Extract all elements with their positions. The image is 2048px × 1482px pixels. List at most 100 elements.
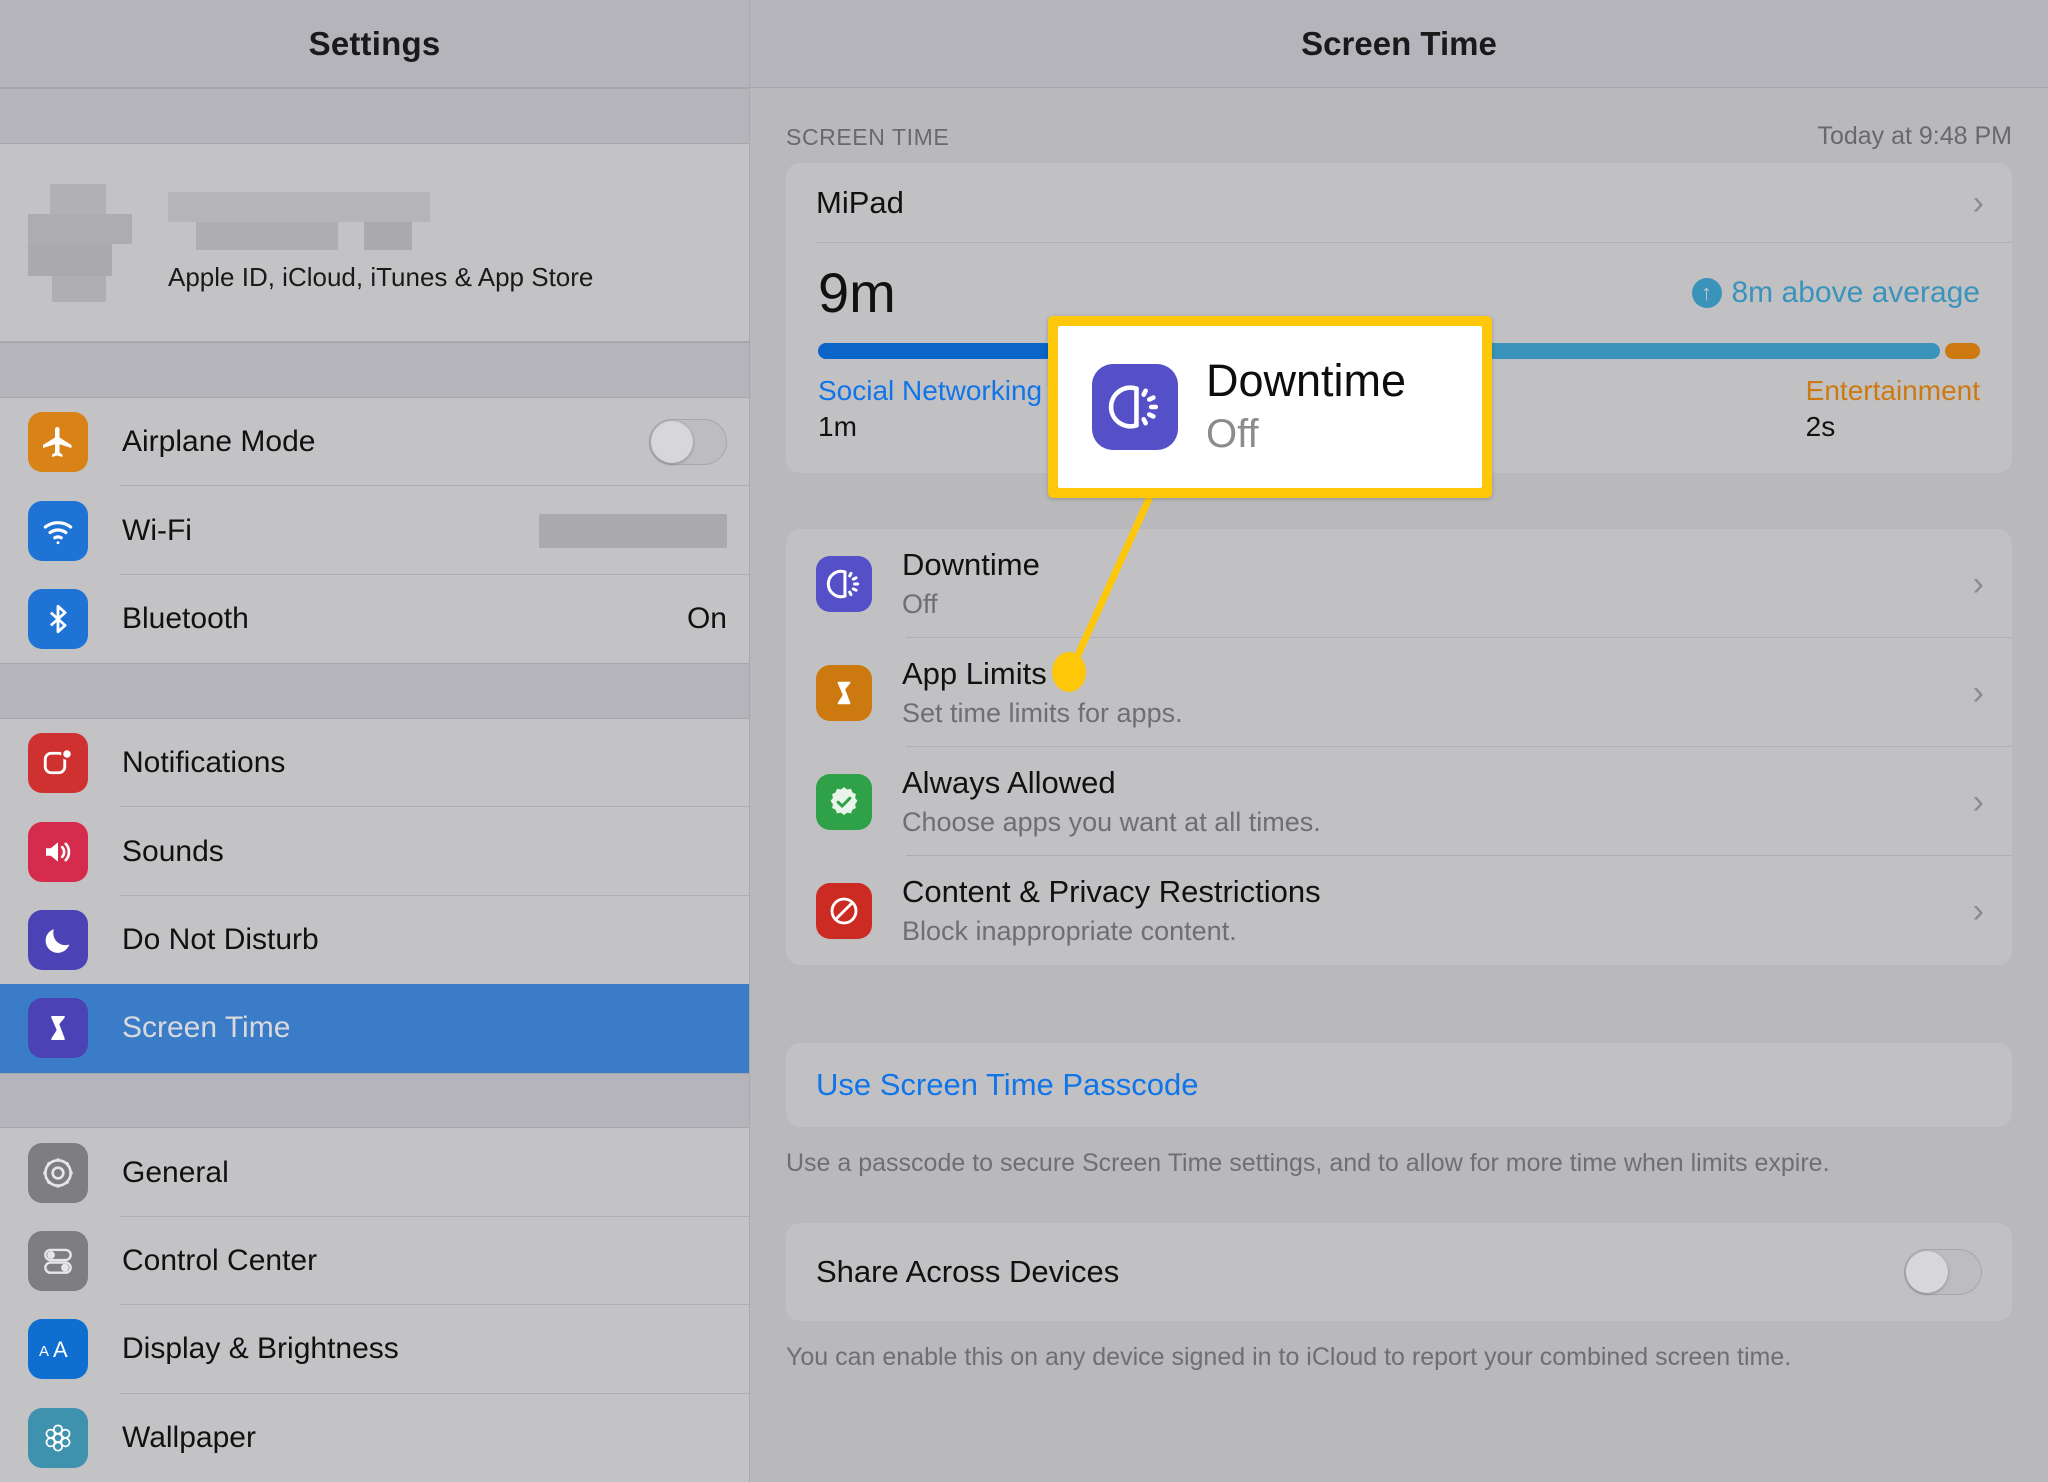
sidebar-item-bluetooth[interactable]: Bluetooth On <box>0 574 749 664</box>
chevron-right-icon: › <box>1972 673 1984 712</box>
callout-pointer-dot <box>1052 652 1086 692</box>
screen-time-passcode-card[interactable]: Use Screen Time Passcode <box>786 1043 2012 1127</box>
share-across-devices-label: Share Across Devices <box>816 1253 1120 1289</box>
feature-row-content-privacy[interactable]: Content & Privacy Restrictions Block ina… <box>786 856 2012 965</box>
feature-text: App Limits Set time limits for apps. <box>902 656 1183 729</box>
chevron-right-icon: › <box>1972 184 1984 222</box>
share-across-devices-row[interactable]: Share Across Devices <box>786 1223 2012 1321</box>
toggle-knob <box>651 421 693 464</box>
feature-title: App Limits <box>902 656 1047 691</box>
feature-row-app-limits[interactable]: App Limits Set time limits for apps. › <box>786 638 2012 747</box>
callout-subtitle: Off <box>1206 411 1259 456</box>
callout-inner: Downtime Off <box>1058 326 1482 488</box>
sidebar-item-label: Airplane Mode <box>122 425 316 459</box>
feature-title: Downtime <box>902 547 1040 582</box>
callout-text: Downtime Off <box>1206 356 1406 458</box>
bluetooth-icon <box>28 589 88 650</box>
restrictions-icon <box>816 882 872 939</box>
sidebar-group-gap-3 <box>0 1072 749 1129</box>
sidebar-item-display-brightness[interactable]: AA Display & Brightness <box>0 1305 749 1394</box>
settings-app: Settings Apple ID, iCloud, iTunes & App … <box>0 0 2048 1482</box>
sidebar-title: Settings <box>308 24 441 62</box>
sidebar-item-screen-time[interactable]: Screen Time <box>0 984 749 1073</box>
feature-text: Downtime Off <box>902 547 1040 620</box>
wifi-value <box>539 513 727 548</box>
sidebar-item-label: Control Center <box>122 1243 318 1277</box>
usage-segment-social <box>818 343 1055 359</box>
gear-icon <box>28 1142 88 1203</box>
callout-box-downtime: Downtime Off <box>1048 316 1492 498</box>
feature-row-downtime[interactable]: Downtime Off › <box>786 529 2012 638</box>
sidebar-group-gap-1 <box>0 342 749 399</box>
chevron-right-icon: › <box>1972 891 1984 930</box>
usage-category-social: Social Networking 1m <box>818 375 1042 443</box>
hourglass-icon <box>28 998 88 1059</box>
category-value: 1m <box>818 411 857 442</box>
chevron-right-icon: › <box>1972 564 1984 603</box>
total-screen-time: 9m <box>818 261 896 324</box>
feature-title: Content & Privacy Restrictions <box>902 874 1321 909</box>
sidebar-item-wifi[interactable]: Wi-Fi <box>0 486 749 575</box>
category-name: Entertainment <box>1805 375 1980 406</box>
sidebar-item-general[interactable]: General <box>0 1128 749 1217</box>
sidebar-item-wallpaper[interactable]: Wallpaper <box>0 1393 749 1482</box>
always-allowed-icon <box>816 773 872 830</box>
average-comparison: ↑ 8m above average <box>1691 276 1981 310</box>
sidebar-item-label: Wi-Fi <box>122 513 192 547</box>
sidebar-item-label: General <box>122 1155 229 1189</box>
device-row[interactable]: MiPad › <box>786 163 2012 243</box>
device-name: MiPad <box>816 185 904 220</box>
screen-time-features-card: Downtime Off › App Limits Set time limit… <box>786 529 2012 965</box>
airplane-mode-toggle[interactable] <box>649 419 727 466</box>
bluetooth-state: On <box>686 602 727 636</box>
sidebar-item-airplane-mode[interactable]: Airplane Mode <box>0 398 749 487</box>
sounds-icon <box>28 821 88 882</box>
control-center-icon <box>28 1230 88 1291</box>
sidebar-item-control-center[interactable]: Control Center <box>0 1216 749 1306</box>
timestamp: Today at 9:48 PM <box>1817 122 2012 150</box>
category-value: 2s <box>1805 411 1836 442</box>
screen-time-section-header: SCREEN TIME Today at 9:48 PM <box>750 88 2048 163</box>
share-across-devices-toggle[interactable] <box>1904 1248 1982 1295</box>
profile-text: Apple ID, iCloud, iTunes & App Store <box>168 192 593 293</box>
downtime-icon <box>816 555 872 612</box>
sidebar-item-do-not-disturb[interactable]: Do Not Disturb <box>0 895 749 985</box>
sidebar-item-label: Do Not Disturb <box>122 923 319 956</box>
app-limits-icon <box>816 664 872 721</box>
sidebar-item-label: Sounds <box>122 834 224 868</box>
average-comparison-label: 8m above average <box>1731 276 1981 309</box>
profile-subtitle: Apple ID, iCloud, iTunes & App Store <box>168 262 594 293</box>
wallpaper-icon <box>28 1407 88 1468</box>
sidebar-item-notifications[interactable]: Notifications <box>0 718 749 808</box>
section-gap-3 <box>750 1181 2048 1223</box>
feature-text: Content & Privacy Restrictions Block ina… <box>902 874 1321 947</box>
passcode-note: Use a passcode to secure Screen Time set… <box>786 1149 1830 1177</box>
sidebar-item-label: Wallpaper <box>122 1420 256 1454</box>
sidebar-group-gap-2 <box>0 663 749 719</box>
sidebar-item-label: Notifications <box>122 746 286 780</box>
page-title: Screen Time <box>1301 24 1497 62</box>
feature-subtitle: Off <box>902 589 938 619</box>
screen-time-pane: Screen Time SCREEN TIME Today at 9:48 PM… <box>750 0 2048 1482</box>
avatar <box>28 183 146 302</box>
sidebar-item-sounds[interactable]: Sounds <box>0 807 749 896</box>
display-brightness-icon: AA <box>28 1319 88 1380</box>
share-across-devices-control <box>1904 1248 1982 1295</box>
apple-id-profile-row[interactable]: Apple ID, iCloud, iTunes & App Store <box>0 143 749 343</box>
settings-sidebar: Settings Apple ID, iCloud, iTunes & App … <box>0 0 750 1482</box>
svg-text:A: A <box>39 1343 49 1360</box>
sidebar-header: Settings <box>0 0 749 88</box>
usage-category-entertainment: Entertainment 2s <box>1806 375 1980 443</box>
feature-row-always-allowed[interactable]: Always Allowed Choose apps you want at a… <box>786 747 2012 856</box>
use-screen-time-passcode-link[interactable]: Use Screen Time Passcode <box>816 1067 1982 1103</box>
notifications-icon <box>28 733 88 794</box>
arrow-up-circle-icon: ↑ <box>1691 278 1722 308</box>
share-across-devices-card: Share Across Devices <box>786 1222 2012 1321</box>
sidebar-item-label: Screen Time <box>122 1011 291 1045</box>
share-note: You can enable this on any device signed… <box>786 1342 1792 1371</box>
feature-title: Always Allowed <box>902 765 1116 800</box>
airplane-icon <box>28 412 88 473</box>
usage-segment-entertainment <box>1945 343 1980 359</box>
downtime-icon <box>1092 364 1178 450</box>
main-header: Screen Time <box>750 0 2048 88</box>
